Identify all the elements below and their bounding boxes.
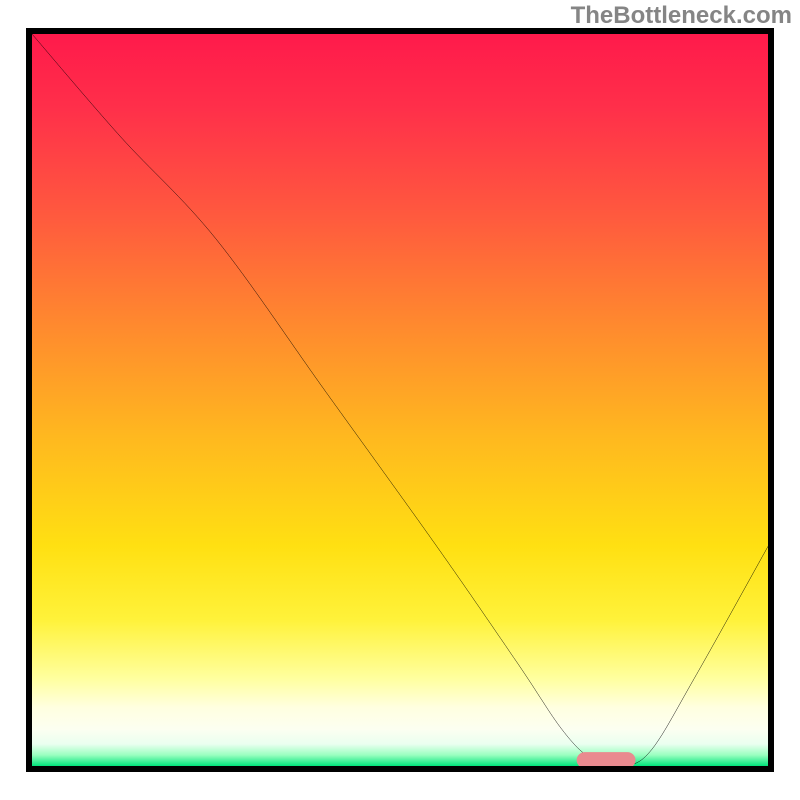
chart-container: TheBottleneck.com <box>0 0 800 800</box>
bottleneck-curve <box>32 34 768 766</box>
chart-svg <box>32 34 768 766</box>
optimal-marker <box>577 752 636 766</box>
plot-area <box>26 28 774 772</box>
watermark-text: TheBottleneck.com <box>571 2 792 30</box>
